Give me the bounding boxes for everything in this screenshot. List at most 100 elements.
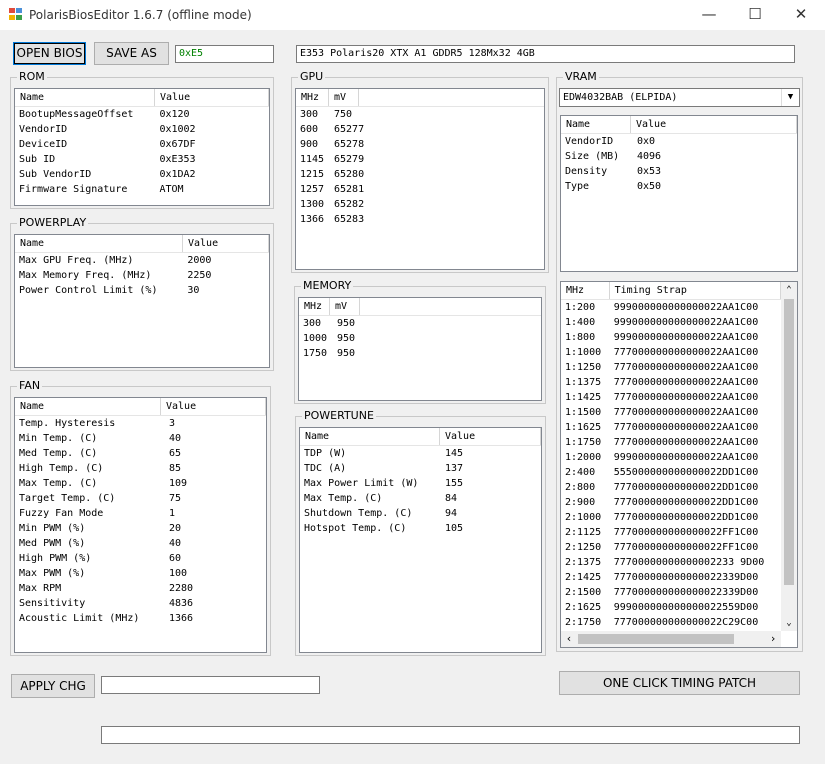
- fan-row[interactable]: Target Temp. (C) 75: [15, 491, 266, 506]
- timing-row[interactable]: 2:1125 777000000000000022FF1C00: [561, 525, 781, 540]
- timing-row[interactable]: 2:1750 777000000000000022C29C00: [561, 615, 781, 630]
- apply-changes-button[interactable]: APPLY CHG: [11, 674, 95, 698]
- open-bios-button[interactable]: OPEN BIOS: [13, 42, 86, 65]
- checksum-field[interactable]: 0xE5: [175, 45, 274, 63]
- powertune-row[interactable]: TDC (A) 137: [300, 461, 541, 476]
- chevron-down-icon[interactable]: ▼: [781, 89, 799, 106]
- timing-row[interactable]: 2:400 555000000000000022DD1C00: [561, 465, 781, 480]
- timing-row[interactable]: 1:1625 777000000000000022AA1C00: [561, 420, 781, 435]
- fan-row[interactable]: Sensitivity 4836: [15, 596, 266, 611]
- gpu-row[interactable]: 1300 65282: [296, 197, 544, 212]
- powerplay-list[interactable]: Name Value Max GPU Freq. (MHz) 2000 Max Mem…: [14, 234, 270, 368]
- vram-row-name: Type: [565, 181, 590, 192]
- timing-row[interactable]: 1:800 999000000000000022AA1C00: [561, 330, 781, 345]
- timing-row[interactable]: 2:800 777000000000000022DD1C00: [561, 480, 781, 495]
- timing-row[interactable]: 2:1250 777000000000000022FF1C00: [561, 540, 781, 555]
- timing-row[interactable]: 1:200 999000000000000022AA1C00: [561, 300, 781, 315]
- timing-row[interactable]: 1:400 999000000000000022AA1C00: [561, 315, 781, 330]
- memory-row[interactable]: 1000 950: [299, 331, 541, 346]
- timing-row-name: 2:900: [565, 497, 596, 508]
- rom-row[interactable]: BootupMessageOffset 0x120: [15, 107, 269, 122]
- vram-row[interactable]: Type 0x50: [561, 179, 797, 194]
- fan-row[interactable]: Max PWM (%) 100: [15, 566, 266, 581]
- fan-row[interactable]: High PWM (%) 60: [15, 551, 266, 566]
- timing-row[interactable]: 2:900 777000000000000022DD1C00: [561, 495, 781, 510]
- gpu-row[interactable]: 1257 65281: [296, 182, 544, 197]
- powertune-row[interactable]: Hotspot Temp. (C) 105: [300, 521, 541, 536]
- timing-horizontal-scrollbar[interactable]: ‹ ›: [561, 631, 781, 647]
- rom-row[interactable]: DeviceID 0x67DF: [15, 137, 269, 152]
- fan-row[interactable]: Fuzzy Fan Mode 1: [15, 506, 266, 521]
- fan-row[interactable]: Max RPM 2280: [15, 581, 266, 596]
- memory-row[interactable]: 300 950: [299, 316, 541, 331]
- maximize-button[interactable]: ☐: [732, 0, 778, 30]
- timing-row[interactable]: 2:1000 777000000000000022DD1C00: [561, 510, 781, 525]
- minimize-button[interactable]: —: [686, 0, 732, 30]
- rom-list[interactable]: Name Value BootupMessageOffset 0x120 Vendor…: [14, 88, 270, 206]
- fan-row[interactable]: Max Temp. (C) 109: [15, 476, 266, 491]
- gpu-row[interactable]: 1366 65283: [296, 212, 544, 227]
- powertune-row[interactable]: Max Temp. (C) 84: [300, 491, 541, 506]
- gpu-row[interactable]: 1215 65280: [296, 167, 544, 182]
- fan-row[interactable]: Min Temp. (C) 40: [15, 431, 266, 446]
- fan-row[interactable]: Med Temp. (C) 65: [15, 446, 266, 461]
- powerplay-row[interactable]: Max Memory Freq. (MHz) 2250: [15, 268, 269, 283]
- fan-row[interactable]: Temp. Hysteresis 3: [15, 416, 266, 431]
- close-button[interactable]: ✕: [778, 0, 824, 30]
- gpu-row[interactable]: 1145 65279: [296, 152, 544, 167]
- gpu-row[interactable]: 300 750: [296, 107, 544, 122]
- vram-row[interactable]: Size (MB) 4096: [561, 149, 797, 164]
- rom-row[interactable]: Sub VendorID 0x1DA2: [15, 167, 269, 182]
- timing-row[interactable]: 1:1250 777000000000000022AA1C00: [561, 360, 781, 375]
- fan-list[interactable]: Name Value Temp. Hysteresis 3 Min Temp. (C)…: [14, 397, 267, 653]
- fan-row[interactable]: Med PWM (%) 40: [15, 536, 266, 551]
- rom-row[interactable]: Firmware Signature ATOM: [15, 182, 269, 197]
- timing-row[interactable]: 2:1375 77700000000000002233 9D00: [561, 555, 781, 570]
- timing-row-name: 1:800: [565, 332, 596, 343]
- scroll-down-icon[interactable]: ⌄: [781, 615, 797, 631]
- fan-row[interactable]: Min PWM (%) 20: [15, 521, 266, 536]
- vram-row[interactable]: VendorID 0x0: [561, 134, 797, 149]
- powertune-row[interactable]: Max Power Limit (W) 155: [300, 476, 541, 491]
- gpu-list[interactable]: MHz mV 300 750 600 65277 900 65278 1145 65279 121…: [295, 88, 545, 270]
- scroll-right-icon[interactable]: ›: [765, 631, 781, 647]
- rom-row[interactable]: VendorID 0x1002: [15, 122, 269, 137]
- timing-row[interactable]: 1:1750 777000000000000022AA1C00: [561, 435, 781, 450]
- vertical-scroll-thumb[interactable]: [784, 299, 794, 585]
- vram-row[interactable]: Density 0x53: [561, 164, 797, 179]
- vram-list[interactable]: Name Value VendorID 0x0 Size (MB) 4096 Densit…: [560, 115, 798, 272]
- timing-row[interactable]: 1:2000 999000000000000022AA1C00: [561, 450, 781, 465]
- timing-row[interactable]: 2:1500 777000000000000022339D00: [561, 585, 781, 600]
- scroll-up-icon[interactable]: ⌃: [781, 282, 797, 298]
- horizontal-scroll-thumb[interactable]: [578, 634, 734, 644]
- apply-input[interactable]: [101, 676, 320, 694]
- timing-vertical-scrollbar[interactable]: ⌃ ⌄: [781, 282, 797, 631]
- status-field[interactable]: [101, 726, 800, 744]
- powerplay-row[interactable]: Max GPU Freq. (MHz) 2000: [15, 253, 269, 268]
- gpu-row[interactable]: 600 65277: [296, 122, 544, 137]
- fan-row[interactable]: High Temp. (C) 85: [15, 461, 266, 476]
- timing-row[interactable]: 2:1625 999000000000000022559D00: [561, 600, 781, 615]
- powertune-list[interactable]: Name Value TDP (W) 145 TDC (A) 137 Max Power …: [299, 427, 542, 653]
- rom-row[interactable]: Sub ID 0xE353: [15, 152, 269, 167]
- scroll-left-icon[interactable]: ‹: [561, 631, 577, 647]
- bios-info-field[interactable]: E353 Polaris20 XTX A1 GDDR5 128Mx32 4GB: [296, 45, 795, 63]
- one-click-timing-patch-button[interactable]: ONE CLICK TIMING PATCH: [559, 671, 800, 695]
- powertune-row[interactable]: Shutdown Temp. (C) 94: [300, 506, 541, 521]
- vram-select[interactable]: EDW4032BAB (ELPIDA) ▼: [559, 88, 800, 107]
- gpu-row[interactable]: 900 65278: [296, 137, 544, 152]
- timing-row[interactable]: 1:1425 777000000000000022AA1C00: [561, 390, 781, 405]
- memory-row[interactable]: 1750 950: [299, 346, 541, 361]
- gpu-row-value: 65278: [334, 139, 365, 150]
- memory-list[interactable]: MHz mV 300 950 1000 950 1750 950: [298, 297, 542, 401]
- timing-row[interactable]: 2:1425 777000000000000022339D00: [561, 570, 781, 585]
- fan-row[interactable]: Acoustic Limit (MHz) 1366: [15, 611, 266, 626]
- gpu-row-value: 65282: [334, 199, 365, 210]
- timing-row[interactable]: 1:1375 777000000000000022AA1C00: [561, 375, 781, 390]
- timing-row[interactable]: 1:1000 777000000000000022AA1C00: [561, 345, 781, 360]
- timing-strap-list[interactable]: MHz Timing Strap 1:200 999000000000000022A…: [560, 281, 798, 648]
- powerplay-row[interactable]: Power Control Limit (%) 30: [15, 283, 269, 298]
- save-as-button[interactable]: SAVE AS: [94, 42, 169, 65]
- timing-row[interactable]: 1:1500 777000000000000022AA1C00: [561, 405, 781, 420]
- powertune-row[interactable]: TDP (W) 145: [300, 446, 541, 461]
